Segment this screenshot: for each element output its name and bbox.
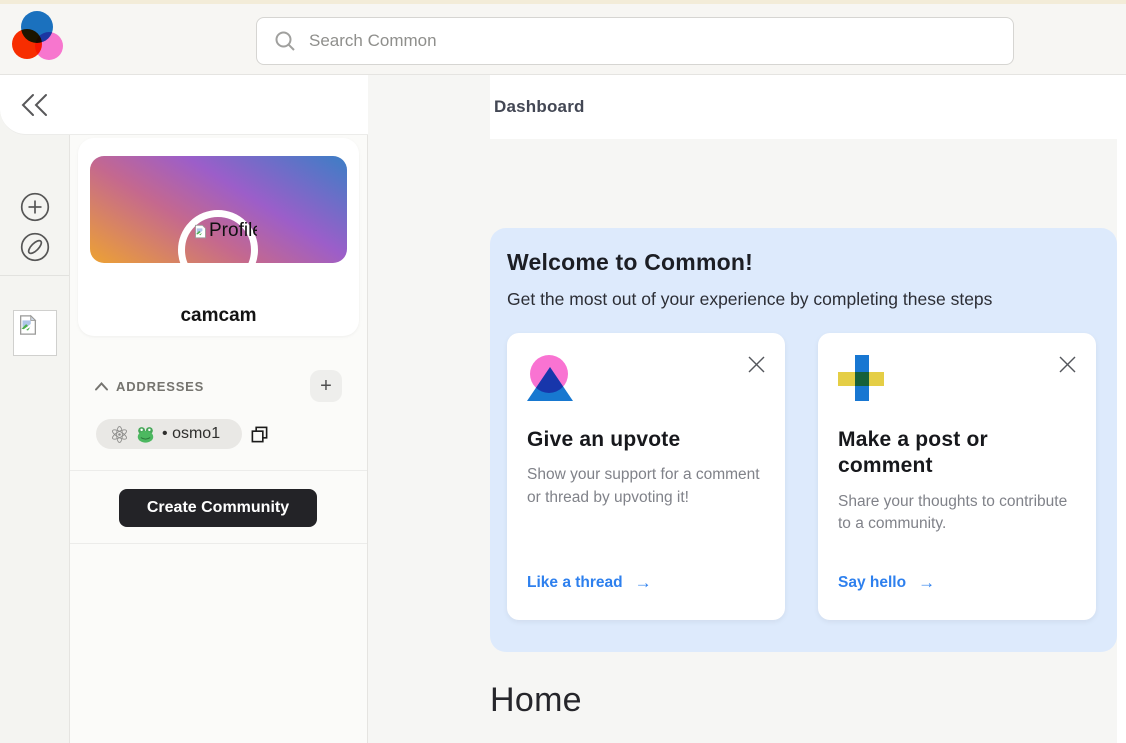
common-logo[interactable] xyxy=(10,8,70,68)
plus-circle-icon xyxy=(20,192,50,222)
dismiss-card-button[interactable] xyxy=(745,353,767,375)
card-body: Share your thoughts to contribute to a c… xyxy=(838,492,1068,533)
address-row: • osmo1 xyxy=(96,419,269,449)
card-cta-link[interactable]: Say hello → xyxy=(838,573,935,593)
breadcrumb: Dashboard xyxy=(494,97,585,116)
address-name: • osmo1 xyxy=(162,425,221,442)
card-body: Show your support for a comment or threa… xyxy=(527,466,760,507)
sidebar-divider xyxy=(70,543,367,544)
avatar-alt-label: Profile xyxy=(209,220,257,241)
username: camcam xyxy=(180,305,257,326)
arrow-right-icon: → xyxy=(634,573,652,592)
upvote-icon xyxy=(527,355,575,403)
search-input[interactable] xyxy=(309,31,997,51)
page-header: Dashboard xyxy=(490,75,1126,139)
welcome-title: Welcome to Common! xyxy=(507,249,753,275)
dismiss-card-button[interactable] xyxy=(1056,353,1078,375)
welcome-banner: Welcome to Common! Get the most out of y… xyxy=(490,228,1117,652)
avatar-alt-text: Profile xyxy=(193,218,257,244)
frog-icon xyxy=(136,426,155,443)
add-address-button[interactable]: + xyxy=(310,370,342,402)
compass-icon xyxy=(20,232,50,262)
address-pill[interactable]: • osmo1 xyxy=(96,419,243,449)
scrollbar-track[interactable] xyxy=(1117,75,1126,743)
section-title-home: Home xyxy=(490,681,582,719)
rail-divider xyxy=(0,275,69,276)
sidebar-divider xyxy=(70,470,367,471)
card-cta-link[interactable]: Like a thread → xyxy=(527,573,652,593)
double-chevron-left-icon xyxy=(20,92,50,118)
onboarding-card-post: Make a post or comment Share your though… xyxy=(818,333,1096,620)
profile-card: Profile camcam xyxy=(78,138,359,336)
post-plus-icon xyxy=(838,355,886,403)
close-icon xyxy=(1059,356,1075,372)
explore-button-rail[interactable] xyxy=(20,232,50,262)
broken-image-icon xyxy=(193,224,208,239)
broken-image-icon xyxy=(17,314,53,336)
arrow-right-icon: → xyxy=(918,573,936,592)
sidebar-header xyxy=(0,75,368,135)
chevron-up-icon[interactable] xyxy=(94,381,109,392)
search-icon xyxy=(273,29,297,53)
sidebar-rail xyxy=(0,75,70,743)
logo-pink-circle xyxy=(35,32,63,60)
search-bar xyxy=(256,17,1014,65)
atom-icon xyxy=(110,425,129,444)
addresses-label: ADDRESSES xyxy=(116,378,205,394)
card-title: Make a post or comment xyxy=(838,428,988,478)
welcome-subtitle: Get the most out of your experience by c… xyxy=(507,289,993,309)
create-button-rail[interactable] xyxy=(20,192,50,222)
sidebar-collapse-button[interactable] xyxy=(18,88,52,122)
copy-address-button[interactable] xyxy=(250,425,269,444)
create-community-button[interactable]: Create Community xyxy=(119,489,317,527)
card-title: Give an upvote xyxy=(527,428,681,451)
rail-user-avatar[interactable] xyxy=(13,310,57,356)
onboarding-card-upvote: Give an upvote Show your support for a c… xyxy=(507,333,785,620)
close-icon xyxy=(748,356,764,372)
